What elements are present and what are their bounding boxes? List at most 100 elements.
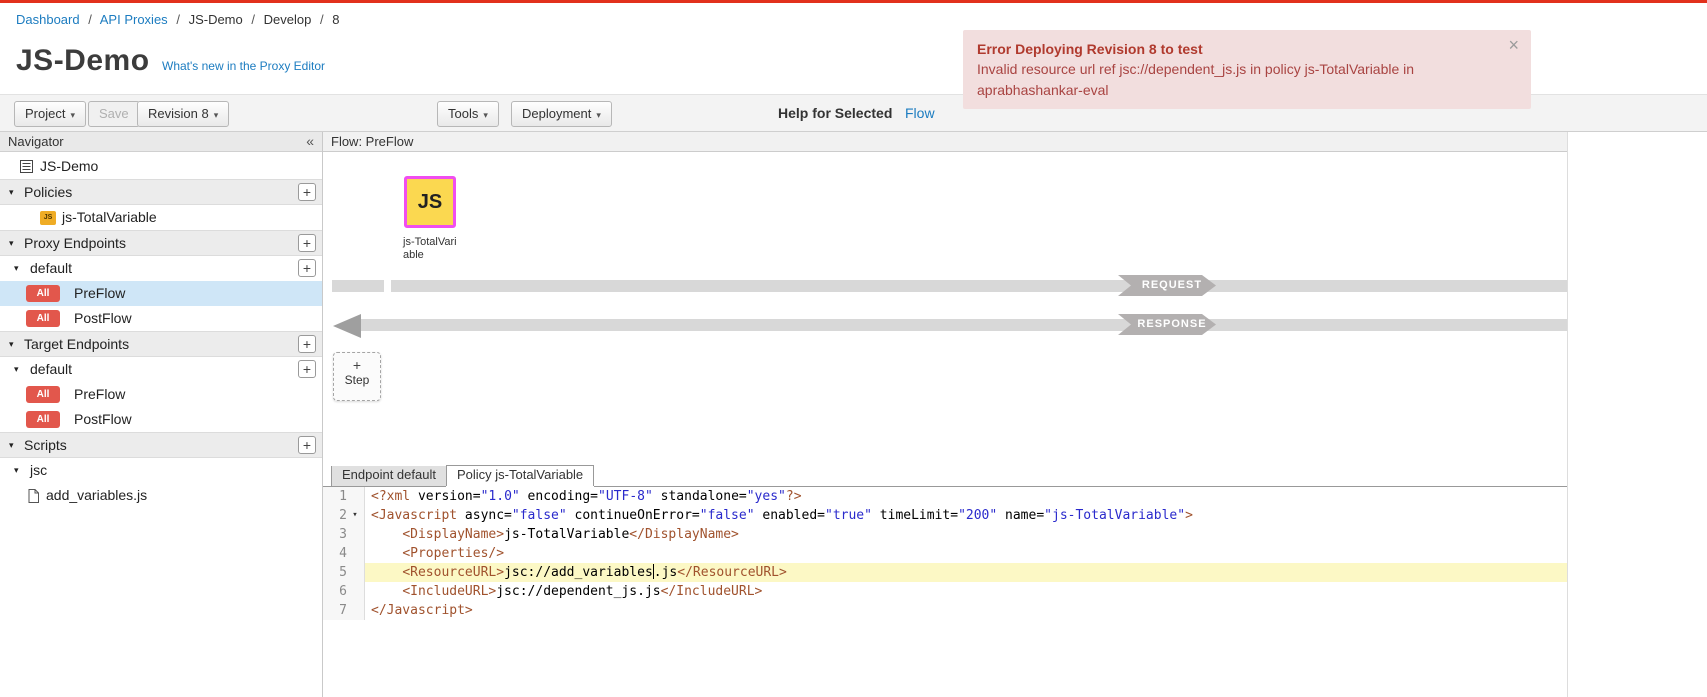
breadcrumb-separator: / — [251, 12, 255, 27]
nav-item-label: add_variables.js — [46, 487, 147, 503]
nav-item-postflow[interactable]: All PostFlow — [0, 306, 322, 331]
breadcrumb-api-proxies[interactable]: API Proxies — [100, 12, 168, 27]
add-button[interactable]: + — [298, 234, 316, 252]
all-condition-badge: All — [26, 310, 60, 327]
step-button-label: Step — [334, 373, 380, 387]
fold-arrow-icon[interactable]: ▾ — [347, 506, 363, 525]
nav-item-label: PreFlow — [74, 285, 125, 301]
all-condition-badge: All — [26, 285, 60, 302]
nav-item-label: Target Endpoints — [24, 336, 129, 352]
nav-item-js-totalvariable[interactable]: JSjs-TotalVariable — [0, 205, 322, 230]
nav-item-preflow[interactable]: All PreFlow — [0, 281, 322, 306]
request-flow-bar-segment — [332, 280, 384, 292]
line-number: 3 — [323, 525, 347, 544]
request-flow-bar — [391, 280, 1567, 292]
code-line-content[interactable]: <?xml version="1.0" encoding="UTF-8" sta… — [365, 487, 1567, 506]
project-button[interactable]: Project ▾ — [14, 101, 86, 127]
nav-item-label: default — [30, 361, 72, 377]
line-number-gutter: 5 — [323, 563, 365, 582]
nav-item-label: Proxy Endpoints — [24, 235, 126, 251]
line-number: 4 — [323, 544, 347, 563]
disclosure-icon[interactable]: ▾ — [9, 180, 14, 204]
breadcrumb: Dashboard / API Proxies / JS-Demo / Deve… — [0, 3, 1707, 32]
flow-help-link[interactable]: Flow — [905, 105, 935, 121]
code-line-content[interactable]: </Javascript> — [365, 601, 1567, 620]
nav-item-target-endpoints[interactable]: ▾ Target Endpoints + — [0, 331, 322, 357]
code-line-2[interactable]: 2▾<Javascript async="false" continueOnEr… — [323, 506, 1567, 525]
tab-policy-js-totalvariable[interactable]: Policy js-TotalVariable — [446, 465, 594, 486]
nav-item-preflow[interactable]: AllPreFlow — [0, 382, 322, 407]
disclosure-icon[interactable]: ▾ — [14, 458, 19, 483]
error-banner-title: Error Deploying Revision 8 to test — [977, 39, 1497, 59]
code-line-5[interactable]: 5 <ResourceURL>jsc://add_variables.js</R… — [323, 563, 1567, 582]
add-button[interactable]: + — [298, 360, 316, 378]
chevron-down-icon: ▾ — [70, 110, 75, 120]
plus-icon: + — [334, 358, 380, 373]
code-line-6[interactable]: 6 <IncludeURL>jsc://dependent_js.js</Inc… — [323, 582, 1567, 601]
nav-item-label: jsc — [30, 462, 47, 478]
breadcrumb-dashboard[interactable]: Dashboard — [16, 12, 80, 27]
disclosure-icon[interactable]: ▾ — [14, 256, 19, 281]
project-button-label: Project — [25, 106, 65, 121]
save-button[interactable]: Save — [88, 101, 140, 127]
js-policy-badge-icon: JS — [40, 211, 56, 225]
all-condition-badge: All — [26, 386, 60, 403]
disclosure-icon[interactable]: ▾ — [14, 357, 19, 382]
code-line-7[interactable]: 7</Javascript> — [323, 601, 1567, 620]
line-number-gutter: 3 — [323, 525, 365, 544]
revision-button[interactable]: Revision 8▾ — [137, 101, 229, 127]
line-number-gutter: 1 — [323, 487, 365, 506]
code-line-content[interactable]: <Javascript async="false" continueOnErro… — [365, 506, 1567, 525]
revision-button-label: Revision 8 — [148, 106, 209, 121]
file-icon — [28, 489, 39, 503]
nav-item-scripts[interactable]: ▾Scripts+ — [0, 432, 322, 458]
code-editor[interactable]: 1<?xml version="1.0" encoding="UTF-8" st… — [323, 487, 1567, 697]
deployment-button[interactable]: Deployment▾ — [511, 101, 612, 127]
add-button[interactable]: + — [298, 183, 316, 201]
js-policy-node[interactable]: JS — [404, 176, 456, 228]
tab-endpoint-default[interactable]: Endpoint default — [331, 465, 447, 486]
nav-item-proxy-endpoints[interactable]: ▾ Proxy Endpoints + — [0, 230, 322, 256]
code-panel: Endpoint default Policy js-TotalVariable… — [323, 466, 1567, 697]
code-line-content[interactable]: <DisplayName>js-TotalVariable</DisplayNa… — [365, 525, 1567, 544]
breadcrumb-revision: 8 — [332, 12, 339, 27]
code-line-3[interactable]: 3 <DisplayName>js-TotalVariable</Display… — [323, 525, 1567, 544]
nav-item-postflow[interactable]: AllPostFlow — [0, 407, 322, 432]
nav-item-js-demo[interactable]: JS-Demo — [0, 154, 322, 179]
add-button[interactable]: + — [298, 335, 316, 353]
right-gutter — [1568, 132, 1707, 697]
tools-button[interactable]: Tools▾ — [437, 101, 499, 127]
nav-item-label: default — [30, 260, 72, 276]
disclosure-icon[interactable]: ▾ — [9, 332, 14, 356]
disclosure-icon[interactable]: ▾ — [9, 231, 14, 255]
line-number-gutter: 7 — [323, 601, 365, 620]
code-line-1[interactable]: 1<?xml version="1.0" encoding="UTF-8" st… — [323, 487, 1567, 506]
nav-item-add-variables-js[interactable]: add_variables.js — [0, 483, 322, 508]
nav-item-default[interactable]: ▾ default + — [0, 357, 322, 382]
nav-item-label: PostFlow — [74, 310, 132, 326]
navigator-header: Navigator « — [0, 132, 322, 152]
code-line-content[interactable]: <Properties/> — [365, 544, 1567, 563]
nav-item-jsc[interactable]: ▾ jsc — [0, 458, 322, 483]
code-line-content[interactable]: <IncludeURL>jsc://dependent_js.js</Inclu… — [365, 582, 1567, 601]
response-flow-bar — [361, 319, 1567, 331]
disclosure-icon[interactable]: ▾ — [9, 433, 14, 457]
chevron-down-icon: ▾ — [483, 110, 488, 120]
error-banner-message: Invalid resource url ref jsc://dependent… — [977, 59, 1497, 100]
nav-item-default[interactable]: ▾ default + — [0, 256, 322, 281]
js-policy-node-label: js-TotalVariable — [403, 236, 461, 262]
chevron-down-icon: ▾ — [596, 110, 601, 120]
save-button-label: Save — [99, 106, 129, 121]
add-step-button[interactable]: + Step — [333, 352, 381, 401]
line-number-gutter: 6 — [323, 582, 365, 601]
code-line-4[interactable]: 4 <Properties/> — [323, 544, 1567, 563]
close-icon[interactable]: × — [1508, 36, 1519, 54]
nav-item-policies[interactable]: ▾ Policies + — [0, 179, 322, 205]
nav-item-label: Policies — [24, 184, 72, 200]
whats-new-link[interactable]: What's new in the Proxy Editor — [162, 59, 325, 73]
add-button[interactable]: + — [298, 259, 316, 277]
navigator-tree: JS-Demo▾Policies+JSjs-TotalVariable▾Prox… — [0, 152, 322, 508]
code-line-content[interactable]: <ResourceURL>jsc://add_variables.js</Res… — [365, 563, 1567, 582]
add-button[interactable]: + — [298, 436, 316, 454]
collapse-sidebar-button[interactable]: « — [306, 133, 314, 149]
